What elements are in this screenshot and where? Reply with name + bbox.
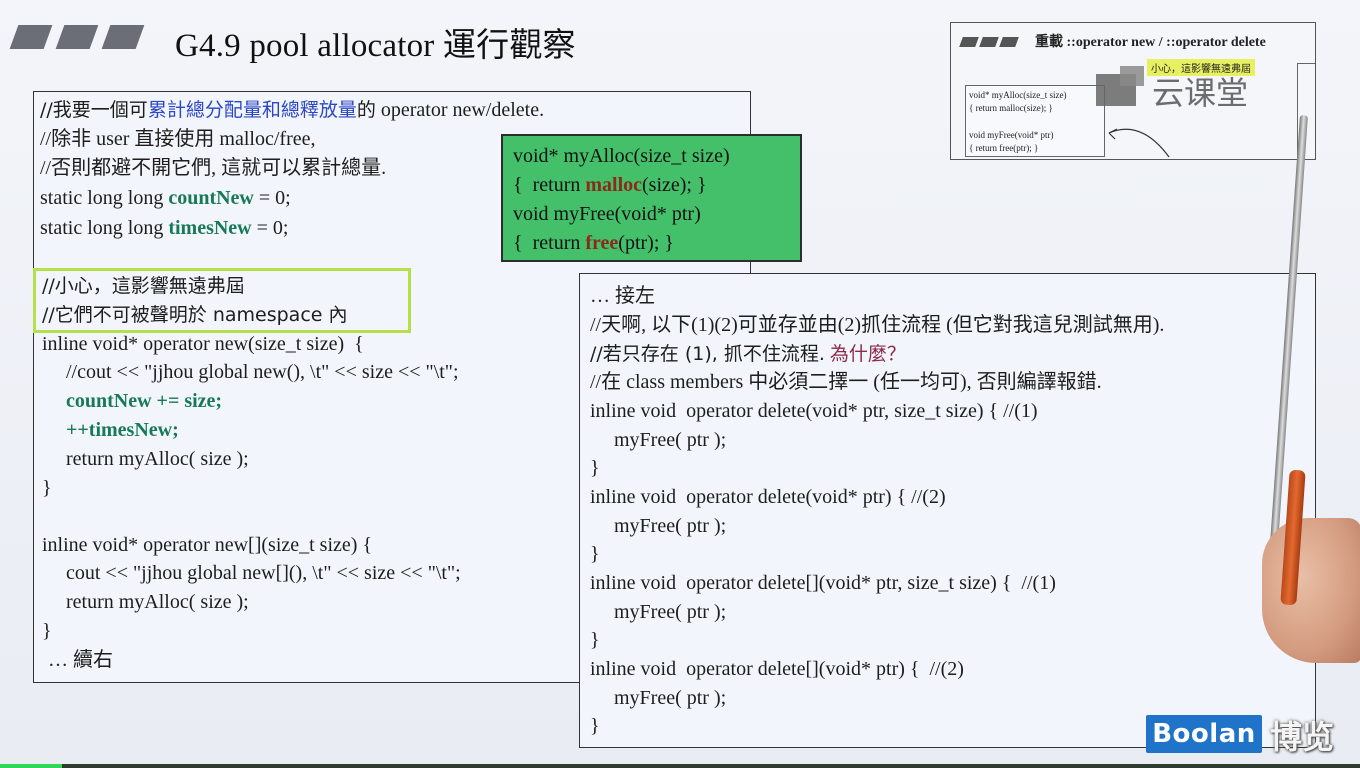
boolan-chinese-logo: 博览 — [1270, 718, 1335, 756]
thumbnail-code-line: { return free(ptr); } — [969, 143, 1039, 153]
code-line: cout << "jjhou global new[](), \t" << si… — [66, 562, 461, 584]
code-line: inline void* operator new[](size_t size)… — [42, 534, 373, 556]
header-bars — [9, 25, 145, 49]
myalloc-box: void* myAlloc(size_t size) { return mall… — [501, 134, 802, 262]
code-line: myFree( ptr ); — [614, 515, 727, 537]
thumbnail-title: 重載 ::operator new / ::operator delete — [1035, 35, 1266, 50]
presenter-hand — [1262, 518, 1360, 663]
boolan-logo: Boolan — [1146, 715, 1262, 753]
code-line: myFree( ptr ); — [614, 601, 727, 623]
header-bar — [9, 25, 53, 49]
code-line: static long long countNew = 0; — [40, 187, 291, 209]
code-line: } — [590, 715, 600, 737]
code-line: //cout << "jjhou global new(), \t" << si… — [66, 361, 459, 383]
code-line: … 續右 — [48, 649, 113, 671]
thumbnail-code-line: void* myAlloc(size_t size) — [969, 90, 1067, 100]
slide-title: G4.9 pool allocator 運行觀察 — [175, 28, 576, 64]
code-line: return myAlloc( size ); — [66, 591, 249, 613]
thumbnail-arrow-icon — [1108, 128, 1170, 158]
slide: G4.9 pool allocator 運行觀察 //我要一個可累計總分配量和總… — [0, 0, 1360, 768]
thumbnail-code-line: { return malloc(size); } — [969, 103, 1053, 113]
var-timesnew: timesNew — [168, 217, 252, 239]
code-line: { return malloc(size); } — [513, 174, 707, 196]
code-line: //在 class members 中必須二擇一 (任一均可), 否則編譯報錯. — [590, 371, 1102, 393]
code-line: } — [42, 620, 52, 642]
video-progress-strip — [0, 764, 1360, 768]
code-line: } — [590, 457, 600, 479]
free-keyword: free — [585, 232, 619, 254]
video-progress-fill — [0, 764, 62, 768]
code-line: //若只存在 (1), 抓不住流程. 為什麼？ — [590, 343, 906, 365]
code-line: inline void operator delete[](void* ptr)… — [590, 658, 964, 680]
code-line: void* myAlloc(size_t size) — [513, 145, 730, 167]
var-countnew: countNew — [168, 187, 254, 209]
header-bar — [101, 25, 145, 49]
code-line: //除非 user 直接使用 malloc/free, — [40, 128, 316, 150]
code-line: //天啊, 以下(1)(2)可並存並由(2)抓住流程 (但它對我這兒測試無用). — [590, 314, 1165, 336]
code-line: return myAlloc( size ); — [66, 448, 249, 470]
code-line: myFree( ptr ); — [614, 429, 727, 451]
code-line: ++timesNew; — [66, 419, 179, 441]
malloc-keyword: malloc — [585, 174, 643, 196]
code-line: } — [590, 543, 600, 565]
code-line: inline void* operator new(size_t size) { — [42, 333, 364, 355]
cloud-logo-icon — [1096, 66, 1144, 106]
thumbnail-code-line: void myFree(void* ptr) — [969, 130, 1054, 140]
code-line: //我要一個可累計總分配量和總釋放量的 operator new/delete. — [40, 99, 545, 121]
code-line: … 接左 — [590, 285, 655, 307]
header-bar — [55, 25, 99, 49]
thumbnail-bars — [959, 37, 1021, 47]
code-line: void myFree(void* ptr) — [513, 203, 701, 225]
code-line: static long long timesNew = 0; — [40, 217, 289, 239]
code-line: } — [590, 629, 600, 651]
code-line: { return free(ptr); } — [513, 232, 674, 254]
code-line: myFree( ptr ); — [614, 687, 727, 709]
thumbnail-bar — [999, 37, 1019, 47]
thumbnail-code: void* myAlloc(size_t size) { return mall… — [965, 85, 1105, 157]
thumbnail-bar — [979, 37, 999, 47]
cloud-classroom-watermark: 云课堂 — [1094, 66, 1274, 112]
code-line: inline void operator delete(void* ptr, s… — [590, 400, 1038, 422]
thumbnail-bar — [959, 37, 979, 47]
code-line: } — [42, 477, 52, 499]
highlight-text: 累計總分配量和總釋放量 — [147, 99, 357, 121]
code-line: inline void operator delete[](void* ptr,… — [590, 572, 1056, 594]
code-line: inline void operator delete(void* ptr) {… — [590, 486, 946, 508]
cloud-classroom-text: 云课堂 — [1152, 74, 1249, 112]
code-line: //否則都避不開它們, 這就可以累計總量. — [40, 157, 387, 179]
code-line: countNew += size; — [66, 390, 223, 412]
warning-outline — [33, 268, 411, 333]
why-text: 為什麼？ — [829, 343, 906, 365]
